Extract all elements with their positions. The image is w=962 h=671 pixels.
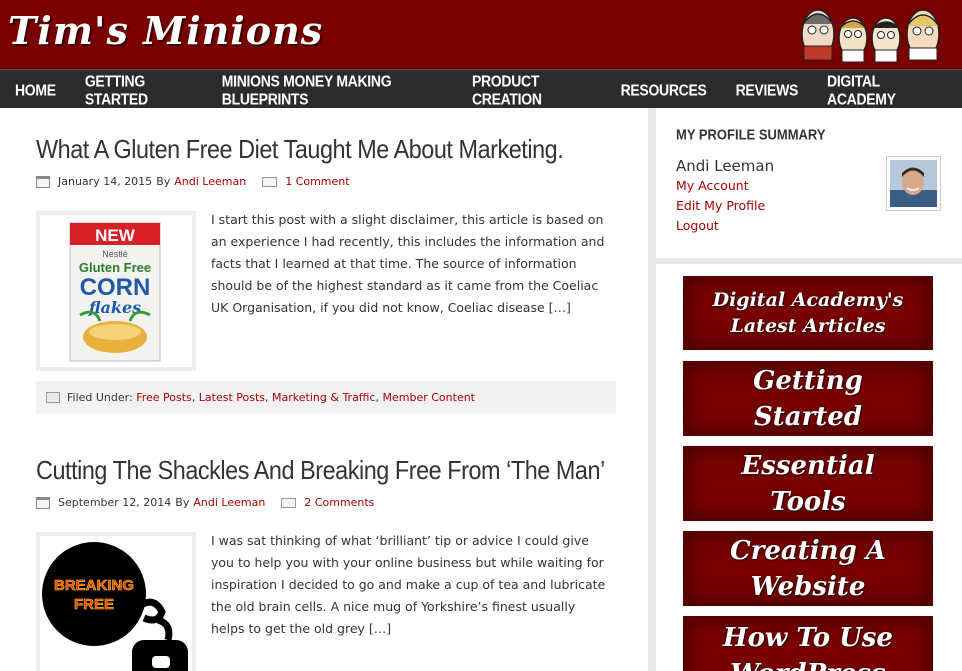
thumb-gluten-free-text: Gluten Free <box>79 260 151 275</box>
minions-illustration <box>801 9 940 63</box>
category-link[interactable]: Latest Posts <box>199 391 265 404</box>
banner-line: Latest Articles <box>730 315 886 337</box>
nav-item-home[interactable]: HOME <box>15 81 56 99</box>
nav-item-resources[interactable]: RESOURCES <box>621 81 707 99</box>
site-header: Tim's Minions <box>0 0 962 69</box>
main-nav: HOME GETTING STARTED MINIONS MONEY MAKIN… <box>0 69 962 108</box>
sidebar-divider <box>656 258 962 264</box>
main-content: What A Gluten Free Diet Taught Me About … <box>0 108 648 671</box>
banner-line: Digital Academy's <box>712 289 904 311</box>
banner-line: Tools <box>770 486 846 517</box>
post-by-label: By <box>156 175 171 188</box>
nav-item-blueprints[interactable]: MINIONS MONEY MAKING BLUEPRINTS <box>222 72 443 107</box>
post-title[interactable]: What A Gluten Free Diet Taught Me About … <box>36 134 564 165</box>
comment-icon <box>262 176 278 187</box>
category-link[interactable]: Member Content <box>383 391 476 404</box>
post-by-label: By <box>175 496 190 509</box>
my-account-link[interactable]: My Account <box>676 178 749 193</box>
edit-profile-link[interactable]: Edit My Profile <box>676 198 765 213</box>
banner-latest-articles[interactable]: Digital Academy's Latest Articles <box>683 276 933 350</box>
banner-line: Creating A <box>730 535 886 566</box>
sidebar: MY PROFILE SUMMARY Andi Leeman My Accoun… <box>656 108 962 671</box>
banner-line: Website <box>750 571 866 602</box>
profile-name: Andi Leeman <box>676 157 775 175</box>
logout-link[interactable]: Logout <box>676 218 719 233</box>
post-meta: January 14, 2015 By Andi Leeman 1 Commen… <box>36 175 616 188</box>
post-meta: September 12, 2014 By Andi Leeman 2 Comm… <box>36 496 616 509</box>
avatar[interactable] <box>886 156 941 211</box>
post-article: Cutting The Shackles And Breaking Free F… <box>36 455 616 671</box>
banner-line: How To Use <box>723 623 893 653</box>
banner-getting-started[interactable]: Getting Started <box>683 361 933 436</box>
post-title[interactable]: Cutting The Shackles And Breaking Free F… <box>36 455 605 486</box>
post-date: September 12, 2014 <box>58 496 172 509</box>
avatar-photo <box>890 160 937 207</box>
thumb-corn-text: CORN <box>80 274 151 301</box>
banner-line: Essential <box>741 450 875 481</box>
nav-item-reviews[interactable]: REVIEWS <box>736 81 799 99</box>
banner-line: Getting <box>753 365 863 396</box>
nav-item-product-creation[interactable]: PRODUCT CREATION <box>472 72 592 107</box>
post-excerpt: I start this post with a slight disclaim… <box>211 212 605 315</box>
thumb-breaking-text: BREAKING <box>54 577 134 594</box>
post-author-link[interactable]: Andi Leeman <box>193 496 265 509</box>
post-excerpt: I was sat thinking of what ‘brilliant’ t… <box>211 533 606 636</box>
post-author-link[interactable]: Andi Leeman <box>174 175 246 188</box>
post-categories: Filed Under: Free Posts, Latest Posts, M… <box>36 381 616 414</box>
comment-icon <box>281 497 297 508</box>
calendar-icon <box>36 175 50 188</box>
category-link[interactable]: Free Posts <box>136 391 192 404</box>
post-article: What A Gluten Free Diet Taught Me About … <box>36 134 616 414</box>
thumb-new-text: NEW <box>95 226 136 245</box>
post-date: January 14, 2015 <box>58 175 153 188</box>
breaking-free-image: BREAKING FREE <box>42 542 188 671</box>
banner-creating-website[interactable]: Creating A Website <box>683 531 933 606</box>
post-comments-link[interactable]: 1 Comment <box>285 175 349 188</box>
folder-icon <box>46 392 60 403</box>
thumb-brand-text: Nestlé <box>102 249 128 259</box>
post-thumbnail[interactable]: BREAKING FREE <box>36 532 196 671</box>
thumb-free-text: FREE <box>74 596 114 613</box>
cereal-box-image: NEW Nestlé Gluten Free CORN flakes <box>69 222 161 362</box>
category-link[interactable]: Marketing & Traffic <box>272 391 375 404</box>
calendar-icon <box>36 496 50 509</box>
site-logo[interactable]: Tim's Minions <box>8 8 323 53</box>
nav-item-getting-started[interactable]: GETTING STARTED <box>85 72 193 107</box>
banner-how-to-use-wordpress[interactable]: How To Use WordPress <box>683 616 933 671</box>
filed-under-label: Filed Under: <box>67 391 133 404</box>
post-thumbnail[interactable]: NEW Nestlé Gluten Free CORN flakes <box>36 211 196 371</box>
post-comments-link[interactable]: 2 Comments <box>304 496 374 509</box>
banner-line: Started <box>753 401 863 432</box>
nav-item-digital-academy[interactable]: DIGITAL ACADEMY <box>827 72 933 107</box>
banner-essential-tools[interactable]: Essential Tools <box>683 446 933 521</box>
banner-line: WordPress <box>723 656 893 671</box>
profile-summary-title: MY PROFILE SUMMARY <box>676 126 826 143</box>
